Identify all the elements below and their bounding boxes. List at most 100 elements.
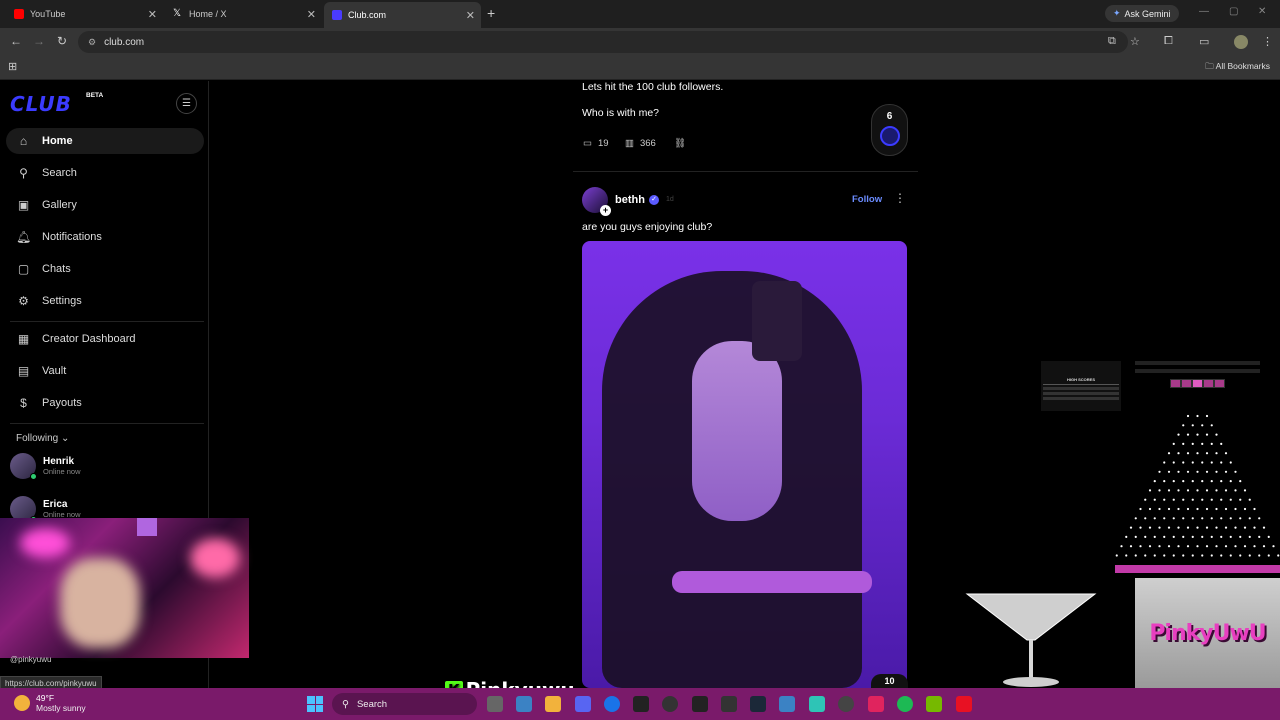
beta-badge: BETA — [86, 92, 104, 99]
close-icon[interactable]: ✕ — [466, 9, 475, 22]
plinko-peg — [1158, 507, 1161, 511]
nav-payouts[interactable]: $ Payouts — [6, 390, 204, 416]
club-icon — [332, 10, 342, 20]
more-options-icon[interactable]: ⋮ — [894, 191, 906, 205]
weather-widget[interactable]: 49°F Mostly sunny — [14, 693, 86, 713]
plinko-peg — [1163, 535, 1166, 538]
plinko-peg — [1186, 433, 1190, 436]
all-bookmarks-button[interactable]: 🗀 All Bookmarks — [1205, 61, 1270, 75]
plinko-peg — [1191, 461, 1194, 464]
club-logo[interactable]: CLUB — [10, 92, 72, 116]
plinko-peg — [1258, 535, 1261, 538]
tip-badge[interactable]: 10 — [871, 674, 908, 688]
plinko-peg — [1205, 545, 1209, 548]
profile-avatar[interactable] — [1234, 35, 1248, 49]
tab-x[interactable]: 𝕏 Home / X ✕ — [165, 3, 322, 25]
follow-button[interactable]: Follow — [852, 194, 882, 205]
author-name[interactable]: bethh — [615, 194, 645, 206]
steam-icon[interactable] — [750, 696, 766, 712]
multiplier-cell — [1171, 380, 1180, 387]
plinko-peg — [1243, 507, 1247, 511]
nav-creator-dashboard[interactable]: ▦ Creator Dashboard — [6, 326, 204, 352]
spotify-icon[interactable] — [897, 696, 913, 712]
star-icon[interactable]: ☆ — [1130, 35, 1140, 48]
app-icon[interactable] — [868, 696, 884, 712]
plinko-peg — [1220, 480, 1223, 483]
address-bar[interactable]: ⚙ club.com — [78, 31, 1128, 53]
gmail-icon[interactable] — [633, 696, 649, 712]
discord-icon[interactable] — [575, 696, 591, 712]
extensions-icon[interactable]: ⧠ — [1164, 35, 1173, 48]
plinko-peg — [1191, 480, 1194, 483]
site-info-icon[interactable]: ⚙ — [88, 37, 96, 48]
plinko-buckets — [1115, 565, 1280, 573]
plinko-peg — [1215, 507, 1218, 511]
copy-link-button[interactable]: ⛓ — [674, 138, 686, 149]
comments-button[interactable]: ▭ 19 — [583, 138, 609, 149]
following-user-henrik[interactable]: Henrik Online now — [10, 453, 81, 480]
tip-badge[interactable]: 6 — [871, 104, 908, 156]
file-explorer-icon[interactable] — [545, 696, 561, 712]
tab-youtube[interactable]: YouTube ✕ — [6, 3, 163, 25]
nav-gallery[interactable]: ▣ Gallery — [6, 192, 204, 218]
windows-start-icon[interactable] — [307, 696, 323, 712]
ask-gemini-button[interactable]: ✦ Ask Gemini — [1105, 5, 1179, 22]
plinko-peg — [1158, 489, 1161, 492]
apps-grid-icon[interactable]: ⊞ — [8, 60, 17, 73]
nav-home[interactable]: ⌂ Home — [6, 128, 204, 154]
app-icon[interactable] — [956, 696, 972, 712]
nvidia-icon[interactable] — [926, 696, 942, 712]
chrome-icon[interactable] — [604, 696, 620, 712]
app-icon[interactable] — [838, 696, 854, 712]
menu-icon[interactable]: ⋮ — [1262, 35, 1273, 48]
back-icon[interactable]: ← — [10, 34, 22, 48]
nav-vault[interactable]: ▤ Vault — [6, 358, 204, 384]
plinko-peg — [1172, 461, 1175, 464]
plinko-peg — [1262, 526, 1266, 529]
sidepanel-icon[interactable]: ▭ — [1199, 35, 1209, 48]
taskbar-search[interactable]: ⚲ Search — [332, 693, 477, 715]
cast-icon[interactable]: ⧉ — [1108, 35, 1116, 48]
plinko-peg — [1220, 498, 1223, 501]
nav-settings[interactable]: ⚙ Settings — [6, 288, 204, 314]
nav-search[interactable]: ⚲ Search — [6, 160, 204, 186]
tab-club[interactable]: Club.com ✕ — [324, 2, 481, 28]
close-icon[interactable]: ✕ — [148, 8, 157, 21]
new-tab-button[interactable]: + — [487, 5, 495, 21]
app-icon[interactable] — [809, 696, 825, 712]
nav-notifications[interactable]: 🔔︎ Notifications — [6, 224, 204, 250]
plinko-peg — [1167, 526, 1171, 529]
divider — [10, 321, 204, 322]
widgets-icon[interactable] — [516, 696, 532, 712]
plinko-peg — [1177, 507, 1180, 511]
maximize-icon[interactable]: ▢ — [1229, 6, 1238, 17]
following-header[interactable]: Following ⌄ — [16, 433, 69, 444]
nav-chats[interactable]: ▢ Chats — [6, 256, 204, 282]
plinko-peg — [1258, 517, 1261, 520]
close-icon[interactable]: ✕ — [307, 8, 316, 21]
epic-games-icon[interactable] — [692, 696, 708, 712]
plinko-peg — [1191, 442, 1194, 445]
plinko-peg — [1153, 480, 1156, 483]
logitech-icon[interactable] — [721, 696, 737, 712]
plus-icon[interactable]: + — [600, 205, 611, 216]
hamburger-menu-button[interactable]: ☰ — [176, 93, 197, 114]
close-window-icon[interactable]: ✕ — [1258, 6, 1266, 17]
all-bookmarks-label: All Bookmarks — [1215, 61, 1270, 71]
minimize-icon[interactable]: — — [1199, 6, 1209, 17]
forward-icon[interactable]: → — [33, 34, 45, 48]
task-view-icon[interactable] — [487, 696, 503, 712]
author-avatar[interactable]: + — [582, 187, 611, 216]
outlook-icon[interactable] — [779, 696, 795, 712]
obs-icon[interactable] — [662, 696, 678, 712]
divider — [10, 423, 204, 424]
post-image[interactable] — [582, 241, 907, 688]
plinko-peg — [1239, 480, 1242, 483]
plinko-peg — [1234, 470, 1237, 473]
plinko-peg — [1272, 545, 1275, 548]
plinko-peg — [1205, 433, 1209, 436]
plinko-peg — [1220, 442, 1223, 445]
plinko-peg — [1201, 461, 1204, 464]
plinko-peg — [1224, 489, 1228, 492]
reload-icon[interactable]: ↻ — [57, 34, 67, 48]
